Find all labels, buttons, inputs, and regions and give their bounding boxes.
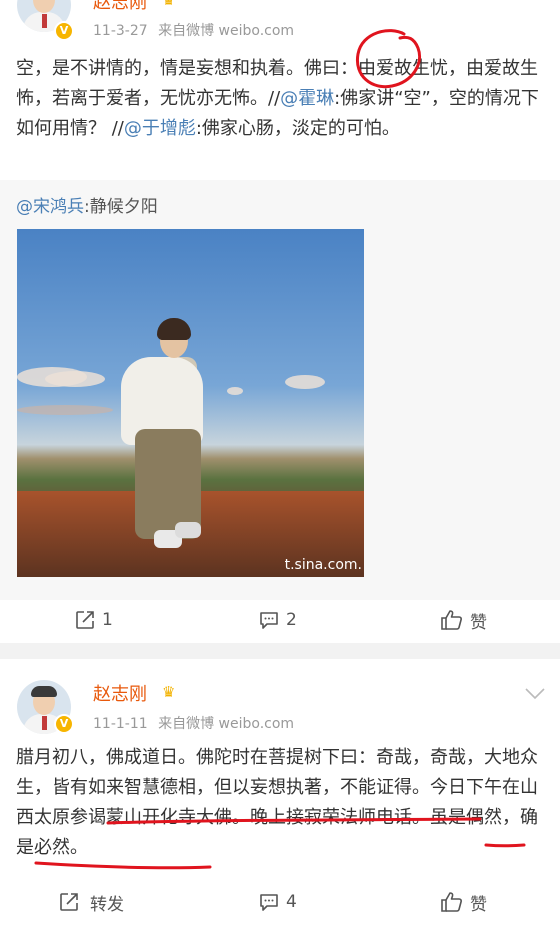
post-meta: 11-1-11 来自微博 weibo.com (93, 713, 300, 733)
share-icon (60, 893, 78, 911)
action-bar: 转发 4 赞 (0, 880, 560, 924)
post-meta: 11-3-27 来自微博 weibo.com (93, 20, 300, 40)
like-button[interactable]: 赞 (440, 880, 487, 924)
share-count: 1 (102, 610, 113, 630)
post-source: 微博 weibo.com (186, 716, 295, 732)
mention-link[interactable]: @于增彪 (124, 118, 196, 139)
post-card-1: V 赵志刚 ♛ 11-3-27 来自微博 weibo.com 空，是不讲情的，情… (0, 0, 560, 643)
like-label: 赞 (470, 894, 487, 915)
post-text: 空，是不讲情的，情是妄想和执着。佛曰：由爱故生忧，由爱故生怖，若离于爱者，无忧亦… (16, 54, 544, 144)
repost-body: :静候夕阳 (84, 197, 158, 217)
comment-count: 4 (286, 892, 297, 912)
repost-box[interactable]: @宋鸿兵:静候夕阳 t.sina.com. (0, 180, 560, 600)
share-label: 转发 (90, 894, 124, 915)
mention-link[interactable]: @霍琳 (280, 88, 334, 109)
username[interactable]: 赵志刚 (93, 0, 147, 14)
crown-icon: ♛ (162, 683, 176, 701)
like-label: 赞 (470, 612, 487, 633)
repost-text: @宋鸿兵:静候夕阳 (16, 192, 158, 217)
post-text-part: :佛家心肠，淡定的可怕。 (195, 118, 400, 139)
username[interactable]: 赵志刚 (93, 680, 147, 706)
comment-button[interactable]: 2 (258, 598, 297, 642)
post-time: 11-1-11 (93, 716, 148, 732)
post-card-2: V 赵志刚 ♛ 11-1-11 来自微博 weibo.com 腊月初八，佛成道日… (0, 659, 560, 929)
image-watermark: t.sina.com. (284, 557, 362, 573)
share-button[interactable]: 转发 (58, 880, 124, 924)
comment-icon (260, 612, 278, 629)
source-prefix: 来自 (158, 23, 187, 39)
post-source: 微博 weibo.com (186, 23, 295, 39)
comment-count: 2 (286, 610, 297, 630)
like-button[interactable]: 赞 (440, 598, 487, 642)
action-bar: 1 2 赞 (0, 598, 560, 642)
share-button[interactable]: 1 (74, 598, 113, 642)
verified-badge: V (54, 21, 74, 41)
comment-icon (260, 894, 278, 911)
post-time: 11-3-27 (93, 23, 148, 39)
comment-button[interactable]: 4 (258, 880, 297, 924)
post-text: 腊月初八，佛成道日。佛陀时在菩提树下曰：奇哉，奇哉，大地众生，皆有如来智慧德相，… (16, 747, 538, 858)
source-prefix: 来自 (158, 716, 187, 732)
like-icon (441, 892, 462, 912)
crown-icon: ♛ (162, 0, 176, 9)
like-icon (441, 610, 462, 630)
verified-badge: V (54, 714, 74, 734)
mention-link[interactable]: @宋鸿兵 (16, 197, 84, 217)
chevron-down-icon[interactable] (524, 687, 546, 701)
share-icon (76, 611, 94, 629)
repost-image[interactable]: t.sina.com. (17, 229, 364, 577)
